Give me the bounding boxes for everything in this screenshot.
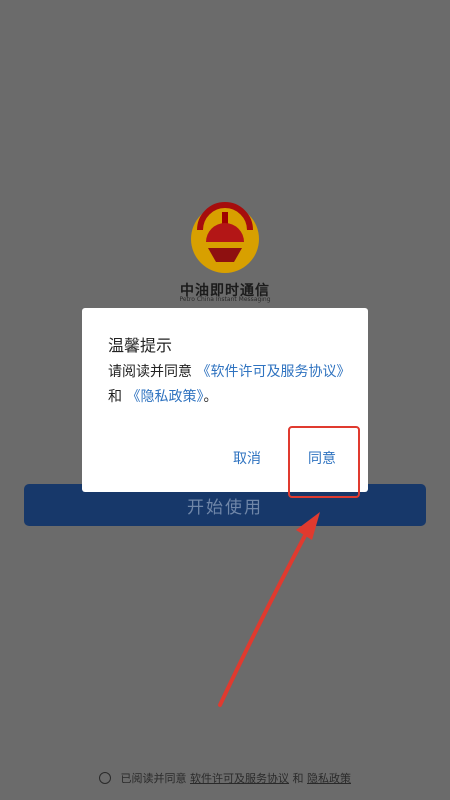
annotation-highlight-box bbox=[288, 426, 360, 498]
dialog-text-and: 和 bbox=[108, 389, 122, 405]
privacy-policy-link[interactable]: 《隐私政策》 bbox=[126, 389, 203, 405]
agreement-row: 已阅读并同意 软件许可及服务协议 和 隐私政策 bbox=[0, 770, 450, 786]
dialog-text-prefix: 请阅读并同意 bbox=[108, 364, 192, 380]
start-button-label: 开始使用 bbox=[187, 497, 263, 518]
app-logo bbox=[186, 200, 264, 278]
app-screen: 中油即时通信 Petro China Instant Messaging 开始使… bbox=[0, 0, 450, 800]
dialog-text-end: 。 bbox=[203, 389, 218, 405]
brand-subtitle: Petro China Instant Messaging bbox=[179, 296, 271, 303]
cancel-button[interactable]: 取消 bbox=[233, 448, 261, 468]
software-license-link[interactable]: 《软件许可及服务协议》 bbox=[196, 364, 350, 380]
agreement-radio[interactable] bbox=[99, 772, 111, 784]
agreement-link-software[interactable]: 软件许可及服务协议 bbox=[190, 772, 289, 785]
agreement-link-privacy[interactable]: 隐私政策 bbox=[307, 772, 351, 785]
dialog-message: 请阅读并同意 《软件许可及服务协议》 和 《隐私政策》。 bbox=[108, 360, 352, 410]
dialog-title: 温馨提示 bbox=[108, 336, 173, 355]
logo-icon bbox=[191, 202, 259, 273]
agreement-and: 和 bbox=[292, 772, 304, 785]
agreement-prefix: 已阅读并同意 bbox=[120, 772, 187, 785]
